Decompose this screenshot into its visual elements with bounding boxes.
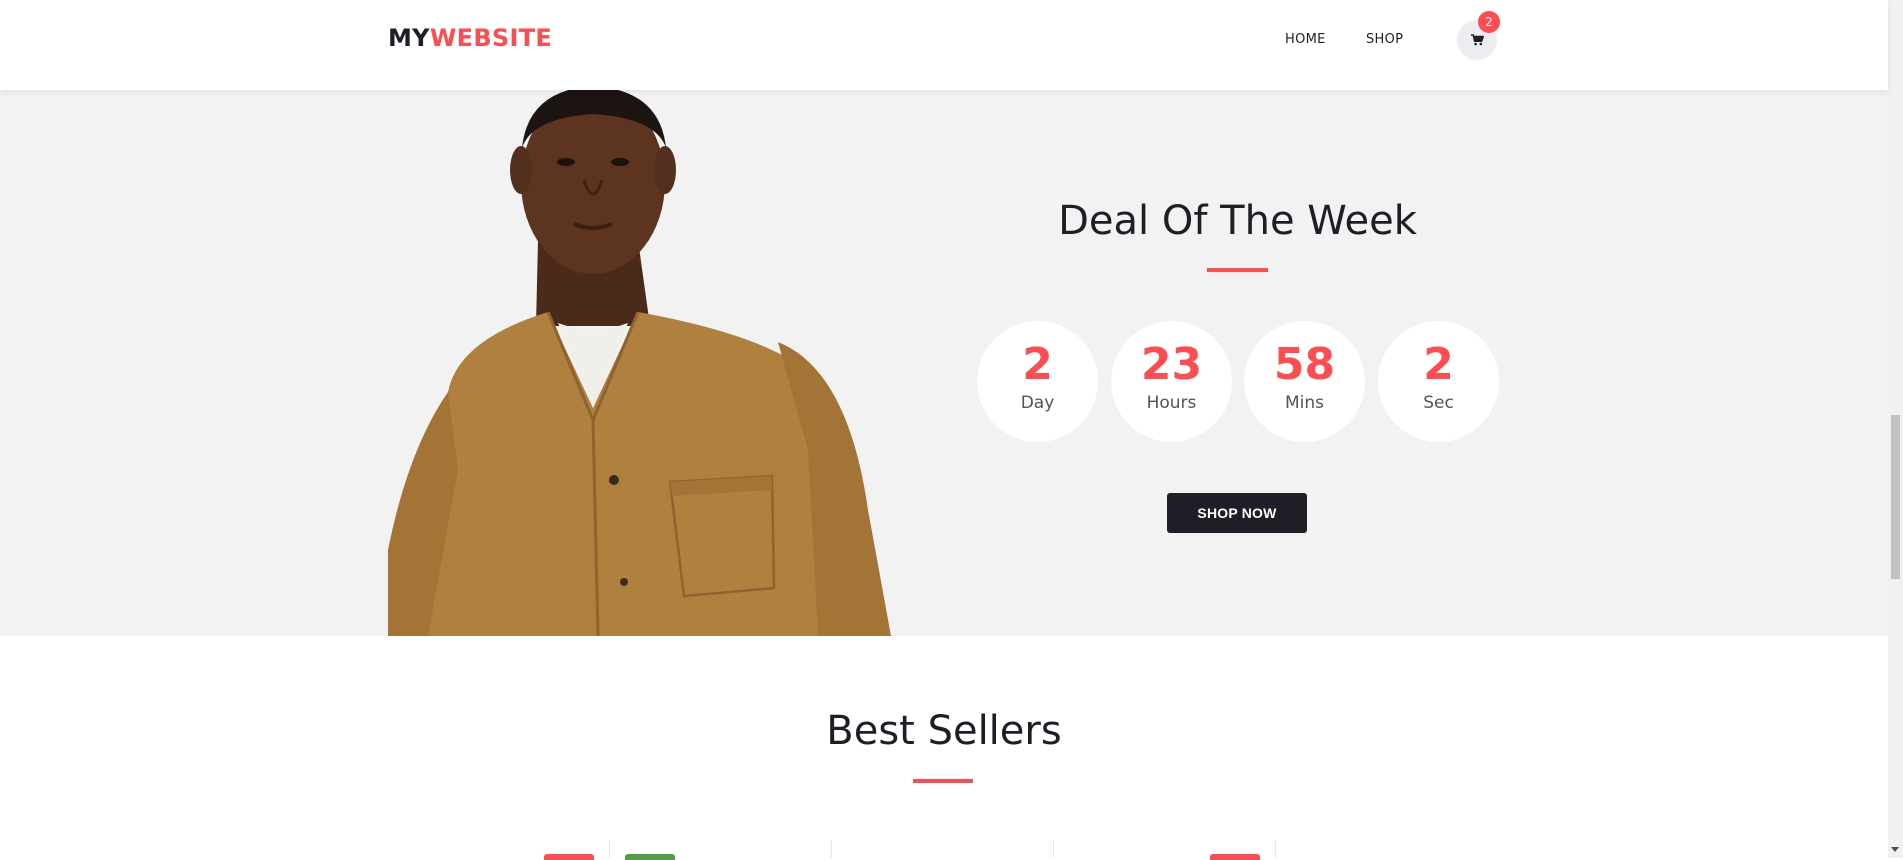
logo-part-website: WEBSITE (429, 24, 553, 52)
timer-mins-label: Mins (1284, 393, 1325, 413)
countdown-timer: 2 Day 23 Hours 58 Mins 2 Sec (977, 321, 1499, 442)
timer-hours: 23 Hours (1111, 321, 1232, 442)
product-badge-sale (1210, 854, 1260, 860)
timer-sec: 2 Sec (1378, 321, 1499, 442)
timer-sec-label: Sec (1423, 393, 1454, 413)
logo-part-my: MY (388, 24, 430, 52)
product-grid-divider (831, 840, 832, 858)
scrollbar-thumb[interactable] (1891, 415, 1900, 579)
timer-day-label: Day (1020, 393, 1055, 413)
timer-mins: 58 Mins (1244, 321, 1365, 442)
shop-now-button[interactable]: SHOP NOW (1167, 493, 1307, 533)
site-logo[interactable]: MYWEBSITE (388, 24, 552, 52)
nav-link-shop[interactable]: SHOP (1366, 32, 1403, 47)
deal-title: Deal Of The Week (1058, 198, 1417, 244)
scroll-down-arrow-icon[interactable] (1891, 847, 1899, 852)
navbar: MYWEBSITE HOME SHOP 2 (0, 0, 1888, 90)
timer-hours-label: Hours (1146, 393, 1197, 413)
product-badge-sale (544, 854, 594, 860)
timer-sec-value: 2 (1423, 339, 1454, 390)
timer-day: 2 Day (977, 321, 1098, 442)
timer-day-value: 2 (1022, 339, 1053, 390)
deal-title-underline (1207, 268, 1268, 272)
shopping-cart-icon (1470, 34, 1484, 46)
best-sellers-title: Best Sellers (826, 708, 1062, 754)
nav-link-home[interactable]: HOME (1285, 32, 1326, 47)
product-badge-new (625, 854, 675, 860)
deal-product-image (388, 90, 891, 636)
cart-count-badge: 2 (1478, 11, 1500, 33)
product-grid-divider (1053, 840, 1054, 858)
deal-of-the-week-section: Deal Of The Week 2 Day 23 Hours 58 Mins … (0, 90, 1888, 636)
product-grid-divider (609, 840, 610, 858)
timer-mins-value: 58 (1273, 339, 1336, 390)
best-sellers-underline (913, 779, 973, 783)
timer-hours-value: 23 (1140, 339, 1203, 390)
product-grid-divider (1275, 840, 1276, 858)
